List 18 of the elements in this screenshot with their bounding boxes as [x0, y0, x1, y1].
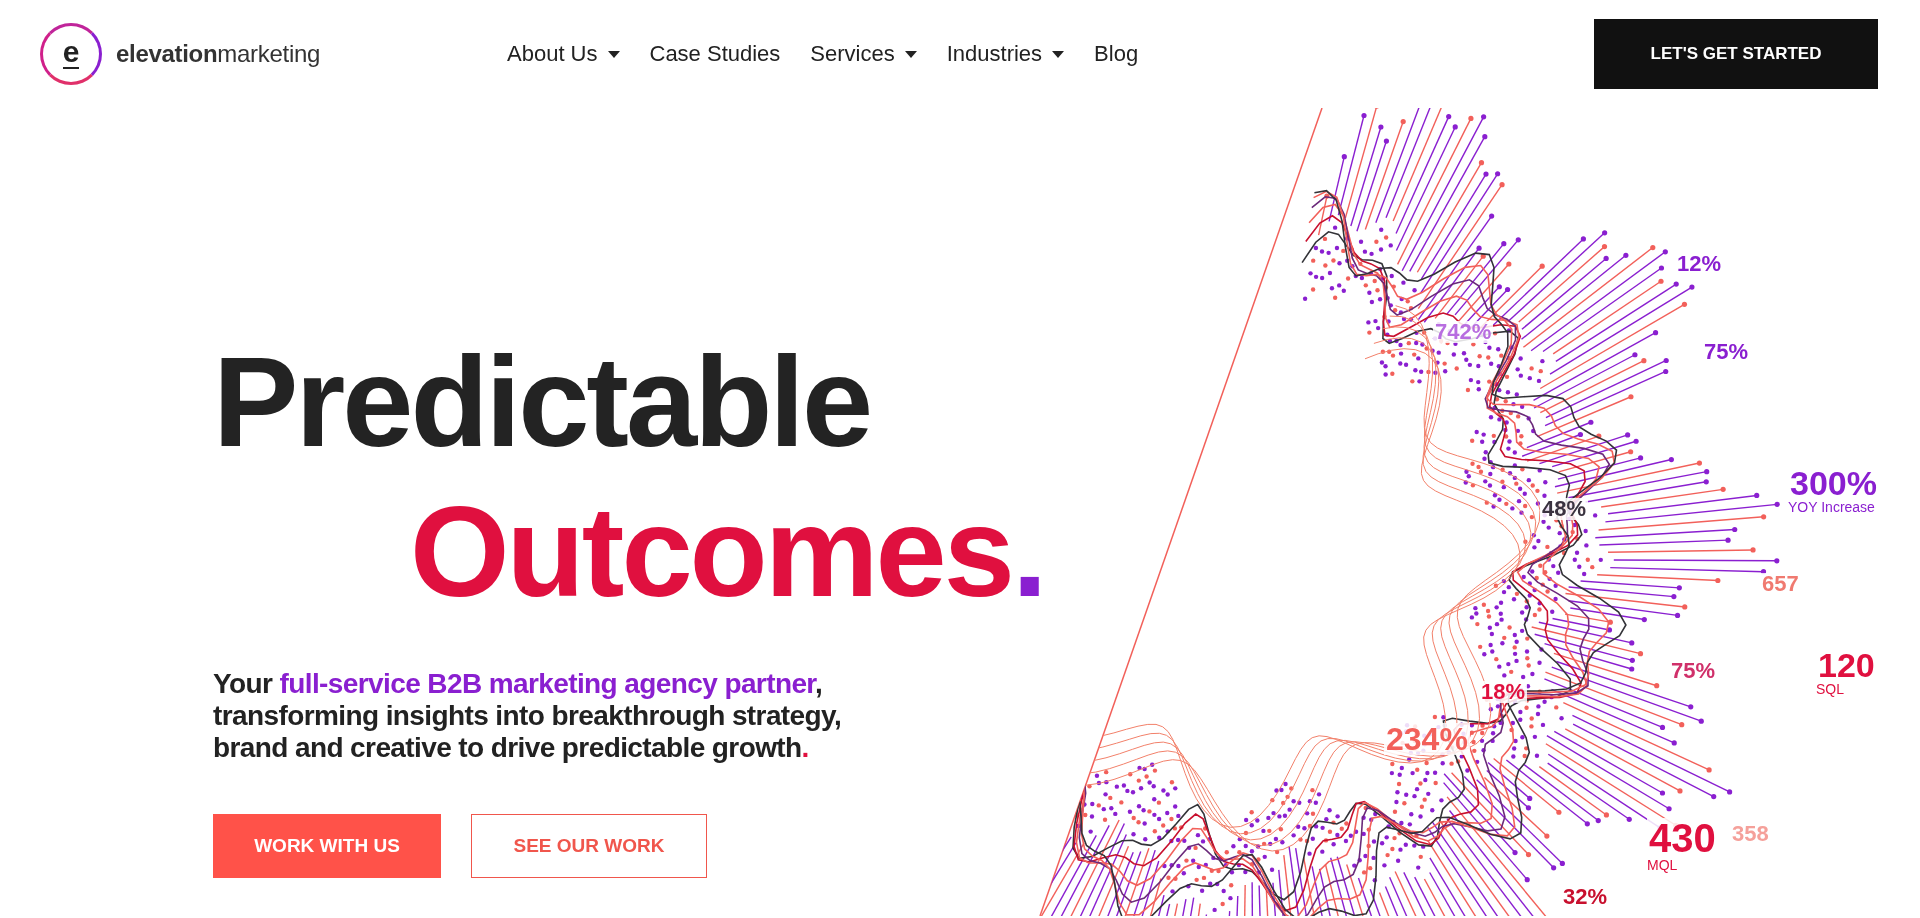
subtitle: Your full-service B2B marketing agency partner, transforming insights into breakthrough strategy, brand and creative to drive predictable growth.	[213, 668, 843, 764]
nav-link[interactable]: Industries	[946, 41, 1065, 67]
stat-label: 234%	[1384, 723, 1470, 755]
nav-link[interactable]: Blog	[1094, 41, 1139, 67]
stat-caption: YOY Increase	[1788, 500, 1876, 514]
stat-caption: MQL	[1647, 858, 1679, 872]
stat-caption: SQL	[1816, 682, 1845, 696]
nav-link[interactable]: About Us	[507, 41, 620, 67]
stat-label: 18%	[1479, 681, 1528, 703]
stat-label: 742%	[1433, 321, 1494, 343]
get-started-button[interactable]: LET'S GET STARTED	[1594, 19, 1878, 89]
stat-label: 48%	[1540, 498, 1589, 520]
logo-mark[interactable]: e	[40, 23, 102, 85]
headline: Predictable	[213, 338, 871, 466]
nav-link[interactable]: Services	[810, 41, 917, 67]
logo-wordmark[interactable]: elevationmarketing	[116, 40, 321, 68]
nav-link[interactable]: Case Studies	[649, 41, 781, 67]
headline: Outcomes.	[410, 488, 1045, 616]
